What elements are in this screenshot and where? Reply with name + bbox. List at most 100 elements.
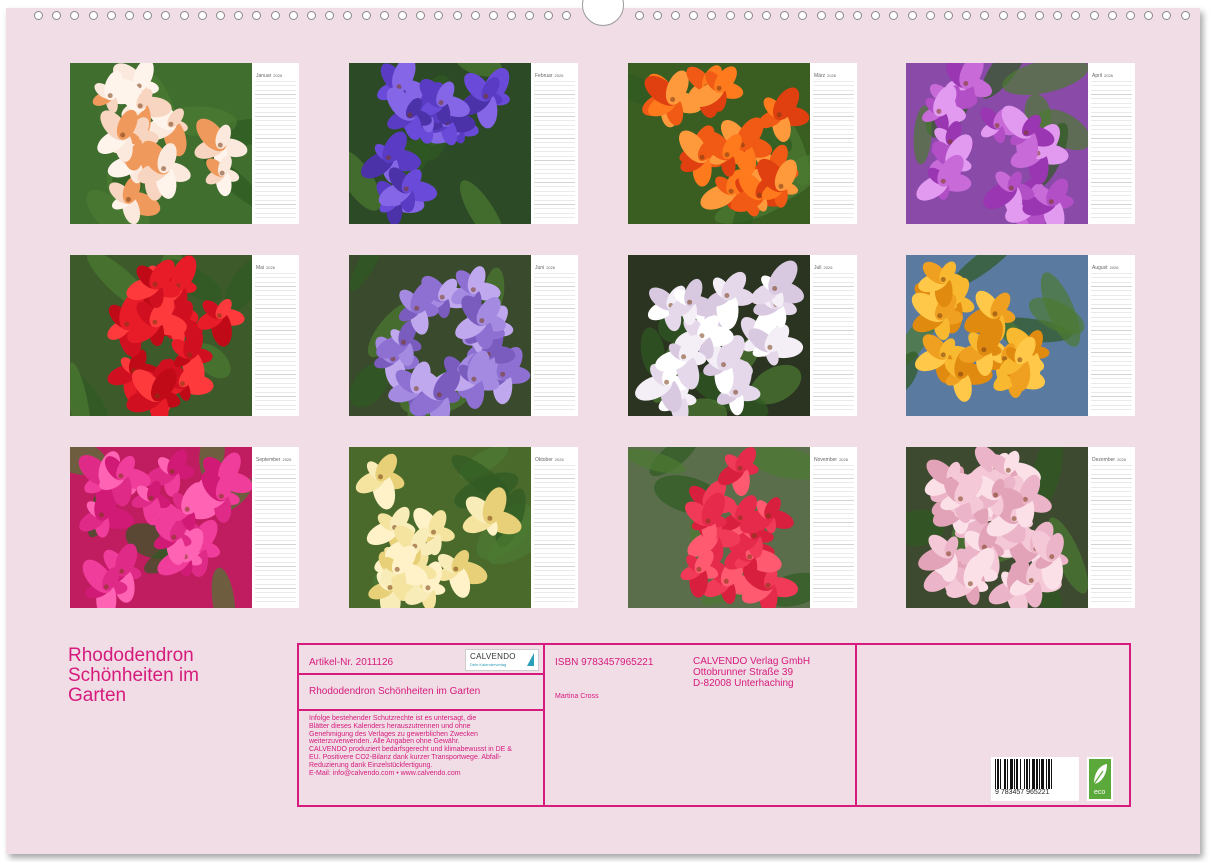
publisher-line: Ottobrunner Straße 39 xyxy=(693,667,794,678)
day-lines xyxy=(534,273,575,410)
month-name: September 2026 xyxy=(256,457,291,463)
publisher-address: CALVENDO Verlag GmbH Ottobrunner Straße 3… xyxy=(693,656,810,689)
binding-hole xyxy=(780,11,789,20)
binding-hole xyxy=(70,11,79,20)
binding-hole xyxy=(980,11,989,20)
month-page: Juni 2026 xyxy=(349,255,578,416)
binding-hole xyxy=(180,11,189,20)
legal-line: Reduzierung dank Einzelstückfertigung. xyxy=(309,761,433,769)
author-name: Martina Cross xyxy=(555,693,599,700)
month-page: Januar 2026 xyxy=(70,63,299,224)
divider-horizontal-2 xyxy=(299,709,545,711)
month-day-list: November 2026 xyxy=(810,447,857,608)
month-name: Juli 2026 xyxy=(814,265,832,271)
binding-hole xyxy=(1181,11,1190,20)
month-day-list: Juni 2026 xyxy=(531,255,578,416)
binding-hole xyxy=(889,11,898,20)
divider-vertical-2 xyxy=(855,645,857,805)
flower-photo xyxy=(906,447,1088,608)
eco-label: eco xyxy=(1094,789,1106,796)
month-year: 2026 xyxy=(1109,265,1119,270)
binding-hole xyxy=(635,11,644,20)
binding-hole xyxy=(944,11,953,20)
binding-hole xyxy=(1071,11,1080,20)
month-day-list: September 2026 xyxy=(252,447,299,608)
month-name: März 2026 xyxy=(814,73,836,79)
binding-hole xyxy=(689,11,698,20)
month-page: Mai 2026 xyxy=(70,255,299,416)
eco-leaf-icon: eco xyxy=(1089,759,1111,799)
month-day-list: März 2026 xyxy=(810,63,857,224)
binding-hole xyxy=(544,11,553,20)
title-line-2: Schönheiten im xyxy=(68,665,199,686)
flower-photo xyxy=(70,447,252,608)
month-day-list: August 2026 xyxy=(1088,255,1135,416)
day-lines xyxy=(813,465,854,602)
binding-hole xyxy=(653,11,662,20)
month-name: April 2026 xyxy=(1092,73,1113,79)
binding-hole xyxy=(453,11,462,20)
month-label: März xyxy=(814,73,826,79)
binding-hole xyxy=(1017,11,1026,20)
eco-badge: eco xyxy=(1087,757,1113,801)
month-page: Oktober 2026 xyxy=(349,447,578,608)
full-title: Rhododendron Schönheiten im Garten xyxy=(309,686,481,697)
binding-hole xyxy=(198,11,207,20)
month-page: April 2026 xyxy=(906,63,1135,224)
binding-hole xyxy=(471,11,480,20)
binding-hole xyxy=(908,11,917,20)
calvendo-logo: CALVENDO Dein Kalenderverlag xyxy=(465,649,539,671)
day-lines xyxy=(1091,273,1132,410)
binding-hole xyxy=(216,11,225,20)
binding-hole xyxy=(1126,11,1135,20)
article-number: Artikel-Nr. 2011126 xyxy=(309,657,394,668)
binding-hole xyxy=(1053,11,1062,20)
binding-hole xyxy=(1090,11,1099,20)
day-lines xyxy=(255,81,296,218)
month-name: Mai 2026 xyxy=(256,265,275,271)
month-label: Juli xyxy=(814,265,822,271)
month-name: August 2026 xyxy=(1092,265,1118,271)
month-day-list: April 2026 xyxy=(1088,63,1135,224)
flower-photo xyxy=(628,447,810,608)
binding-hole xyxy=(143,11,152,20)
binding-hole xyxy=(416,11,425,20)
day-lines xyxy=(255,465,296,602)
month-year: 2026 xyxy=(1104,73,1113,78)
flower-photo xyxy=(70,63,252,224)
binding-hole xyxy=(380,11,389,20)
day-lines xyxy=(813,81,854,218)
binding-hole xyxy=(562,11,571,20)
flower-photo xyxy=(349,447,531,608)
month-page: August 2026 xyxy=(906,255,1135,416)
title-line-1: Rhododendron xyxy=(68,645,194,666)
binding-hole xyxy=(762,11,771,20)
month-label: Mai xyxy=(256,265,265,271)
publisher-line: D-82008 Unterhaching xyxy=(693,678,794,689)
binding-hole xyxy=(489,11,498,20)
month-label: August xyxy=(1092,265,1108,271)
binding-hole xyxy=(962,11,971,20)
month-name: Juni 2026 xyxy=(535,265,555,271)
binding-hole xyxy=(343,11,352,20)
day-lines xyxy=(534,465,575,602)
binding-hole xyxy=(161,11,170,20)
binding-hole xyxy=(999,11,1008,20)
binding-hole xyxy=(926,11,935,20)
month-page: November 2026 xyxy=(628,447,857,608)
binding-hole xyxy=(325,11,334,20)
month-page: September 2026 xyxy=(70,447,299,608)
binding-hole xyxy=(671,11,680,20)
legal-line: EU. Positivere CO2-Bilanz dank kurzer Tr… xyxy=(309,753,502,761)
month-name: Februar 2026 xyxy=(535,73,563,79)
month-year: 2026 xyxy=(266,265,275,270)
month-page: Februar 2026 xyxy=(349,63,578,224)
month-day-list: Dezember 2026 xyxy=(1088,447,1135,608)
month-page: Dezember 2026 xyxy=(906,447,1135,608)
legal-line: CALVENDO produziert bedarfsgerecht und k… xyxy=(309,746,512,754)
binding-hole xyxy=(125,11,134,20)
legal-line: Blätter dieses Kalenders herauszutrennen… xyxy=(309,722,471,730)
month-year: 2026 xyxy=(827,73,837,78)
month-year: 2026 xyxy=(554,73,564,78)
month-year: 2026 xyxy=(282,457,292,462)
